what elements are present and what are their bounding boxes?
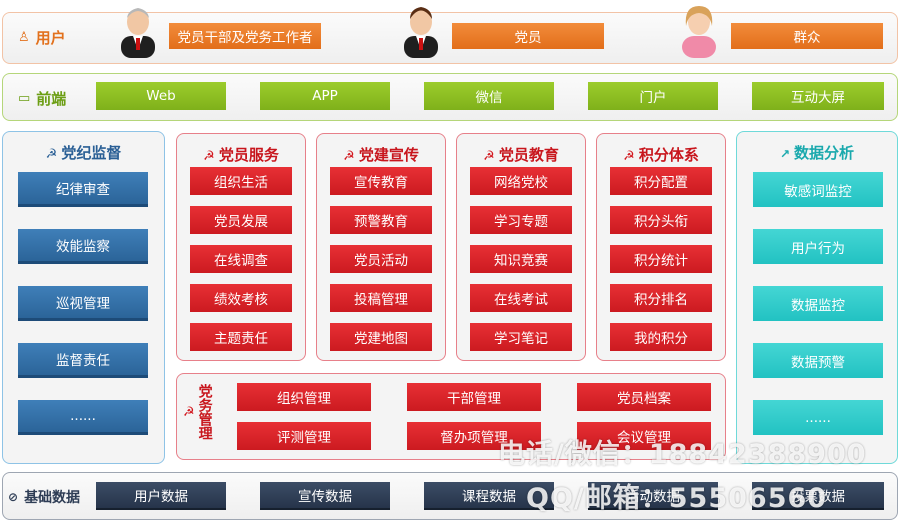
module-item[interactable]: 组织生活 (190, 167, 292, 195)
module-item[interactable]: 党员发展 (190, 206, 292, 234)
cadre-avatar-icon (121, 8, 155, 58)
module-item[interactable]: 学习专题 (470, 206, 572, 234)
module-item[interactable]: 积分配置 (610, 167, 712, 195)
hammer-sickle-icon: ☭ (623, 149, 635, 164)
user-icon: ♙ (18, 30, 30, 45)
base-data-item[interactable]: 用户数据 (96, 482, 226, 510)
frontend-web[interactable]: Web (96, 82, 226, 110)
frontend-big-screen[interactable]: 互动大屏 (752, 82, 884, 110)
discipline-item[interactable]: 效能监察 (18, 229, 148, 264)
module-item[interactable]: 党建地图 (330, 323, 432, 351)
monitor-icon: ▭ (18, 91, 31, 106)
frontend-portal[interactable]: 门户 (588, 82, 718, 110)
module-item[interactable]: 预警教育 (330, 206, 432, 234)
module-item[interactable]: 宣传教育 (330, 167, 432, 195)
module-item[interactable]: 积分头衔 (610, 206, 712, 234)
party-affairs-item[interactable]: 组织管理 (237, 383, 371, 411)
database-icon: ⊘ (8, 490, 19, 504)
hammer-sickle-icon: ☭ (483, 149, 495, 164)
analysis-item[interactable]: 数据预警 (753, 343, 883, 378)
hammer-sickle-icon: ☭ (183, 404, 195, 420)
base-data-row-label: ⊘ 基础数据 (8, 490, 81, 506)
module-item[interactable]: 网络党校 (470, 167, 572, 195)
party-affairs-item[interactable]: 评测管理 (237, 422, 371, 450)
module-title: 党建宣传 (358, 146, 419, 164)
module-title: 积分体系 (638, 146, 699, 164)
discipline-item[interactable]: ...... (18, 400, 148, 435)
party-affairs-item[interactable]: 党员档案 (577, 383, 711, 411)
analysis-item[interactable]: 用户行为 (753, 229, 883, 264)
hammer-sickle-icon: ☭ (343, 149, 355, 164)
trend-chart-icon: ↗ (779, 147, 791, 161)
hammer-sickle-icon: ☭ (45, 147, 58, 162)
module-item[interactable]: 积分排名 (610, 284, 712, 312)
module-item[interactable]: 积分统计 (610, 245, 712, 273)
frontend-app[interactable]: APP (260, 82, 390, 110)
user-member[interactable]: 党员 (452, 23, 604, 49)
party-affairs-title: ☭ 党务管理 (183, 384, 213, 440)
module-item[interactable]: 绩效考核 (190, 284, 292, 312)
user-public[interactable]: 群众 (731, 23, 883, 49)
discipline-item[interactable]: 巡视管理 (18, 286, 148, 321)
discipline-item[interactable]: 纪律审查 (18, 172, 148, 207)
module-item[interactable]: 我的积分 (610, 323, 712, 351)
module-item[interactable]: 党员活动 (330, 245, 432, 273)
user-cadre[interactable]: 党员干部及党务工作者 (169, 23, 321, 49)
member-avatar-icon (404, 7, 438, 58)
watermark-phone: 电话/微信：18842388900 (498, 439, 867, 470)
frontend-row-label: ▭ 前端 (18, 90, 67, 108)
public-avatar-icon (682, 6, 716, 58)
module-item[interactable]: 投稿管理 (330, 284, 432, 312)
party-affairs-item[interactable]: 干部管理 (407, 383, 541, 411)
analysis-item[interactable]: ...... (753, 400, 883, 435)
module-item[interactable]: 主题责任 (190, 323, 292, 351)
analysis-item[interactable]: 敏感词监控 (753, 172, 883, 207)
user-row-label: ♙ 用户 (18, 29, 66, 47)
discipline-item[interactable]: 监督责任 (18, 343, 148, 378)
module-item[interactable]: 知识竞赛 (470, 245, 572, 273)
watermark-qq: QQ/邮箱：55506560 (526, 483, 828, 514)
discipline-title: ☭ 党纪监督 (45, 144, 122, 162)
analysis-item[interactable]: 数据监控 (753, 286, 883, 321)
module-item[interactable]: 在线考试 (470, 284, 572, 312)
base-data-item[interactable]: 宣传数据 (260, 482, 390, 510)
module-item[interactable]: 学习笔记 (470, 323, 572, 351)
module-title: 党员教育 (498, 146, 559, 164)
frontend-wechat[interactable]: 微信 (424, 82, 554, 110)
hammer-sickle-icon: ☭ (203, 149, 215, 164)
module-title: 党员服务 (218, 146, 279, 164)
module-item[interactable]: 在线调查 (190, 245, 292, 273)
